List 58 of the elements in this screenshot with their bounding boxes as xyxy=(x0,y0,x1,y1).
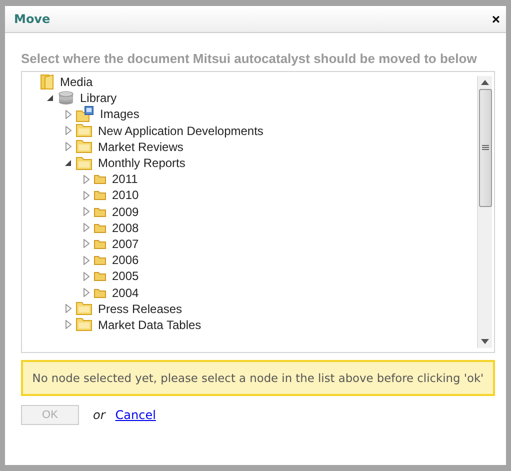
close-button[interactable]: × xyxy=(492,12,500,26)
folder-icon xyxy=(94,288,106,298)
expand-arrow-icon[interactable] xyxy=(64,320,72,330)
tree-item[interactable]: 2007 xyxy=(112,236,139,251)
folder-icon xyxy=(94,222,106,233)
expand-arrow-icon[interactable] xyxy=(64,142,72,152)
scroll-up-icon[interactable] xyxy=(481,80,489,85)
expand-arrow-icon[interactable] xyxy=(82,174,90,184)
tree-item[interactable]: New Application Developments xyxy=(98,124,264,138)
folder-icon xyxy=(94,206,106,217)
tree-item[interactable]: 2006 xyxy=(112,253,139,268)
tree-item[interactable]: 2010 xyxy=(112,188,139,202)
expand-arrow-icon[interactable] xyxy=(82,190,90,200)
folder-icon xyxy=(94,238,106,249)
or-text: or xyxy=(93,408,106,422)
expand-arrow-icon[interactable] xyxy=(64,110,72,119)
scrollbar[interactable] xyxy=(477,76,492,348)
folder-icon xyxy=(76,140,92,154)
folder-icon xyxy=(76,318,92,332)
tree-item[interactable]: 2011 xyxy=(112,172,138,186)
folder-icon xyxy=(76,124,92,138)
instruction-heading: Select where the document Mitsui autocatalyst should be moved to below xyxy=(21,51,478,66)
tree-item[interactable]: Media xyxy=(60,75,93,90)
tree-item[interactable]: Library xyxy=(80,91,117,106)
tree-item[interactable]: Press Releases xyxy=(98,302,182,316)
expand-arrow-icon[interactable] xyxy=(82,223,90,232)
expand-arrow-icon[interactable] xyxy=(64,126,72,136)
tree-item[interactable]: Monthly Reports xyxy=(98,156,186,170)
collapse-arrow-icon[interactable] xyxy=(64,160,72,167)
folder-icon xyxy=(94,271,106,282)
expand-arrow-icon[interactable] xyxy=(82,288,90,298)
scroll-down-icon[interactable] xyxy=(481,339,489,344)
folder-icon xyxy=(76,302,92,316)
expand-arrow-icon[interactable] xyxy=(82,239,90,248)
tree-item[interactable]: Images xyxy=(100,107,140,122)
expand-arrow-icon[interactable] xyxy=(82,207,90,216)
expand-arrow-icon[interactable] xyxy=(82,256,90,265)
folder-icon xyxy=(94,255,106,266)
collapse-arrow-icon[interactable] xyxy=(46,94,54,102)
folder-icon xyxy=(40,74,54,90)
folder-icon xyxy=(76,156,92,170)
folder-icon xyxy=(94,190,106,200)
tree-item[interactable]: 2004 xyxy=(112,286,139,300)
expand-arrow-icon[interactable] xyxy=(82,272,90,281)
folder-icon xyxy=(94,174,106,184)
warning-message: No node selected yet, please select a node in the list above before clicking 'ok' xyxy=(21,360,495,396)
tree-item[interactable]: 2008 xyxy=(112,220,139,235)
tree-item[interactable]: 2005 xyxy=(112,269,139,284)
expand-arrow-icon[interactable] xyxy=(64,304,72,314)
dialog-title: Move xyxy=(14,12,50,26)
scrollbar-thumb[interactable] xyxy=(478,89,492,207)
database-icon xyxy=(58,91,74,106)
folder-with-picture-icon xyxy=(76,106,94,122)
cancel-link[interactable]: Cancel xyxy=(115,408,156,422)
tree-item[interactable]: Market Data Tables xyxy=(98,318,202,332)
grip-icon xyxy=(482,145,488,151)
tree-item[interactable]: Market Reviews xyxy=(98,140,184,154)
tree-item[interactable]: 2009 xyxy=(112,204,139,219)
